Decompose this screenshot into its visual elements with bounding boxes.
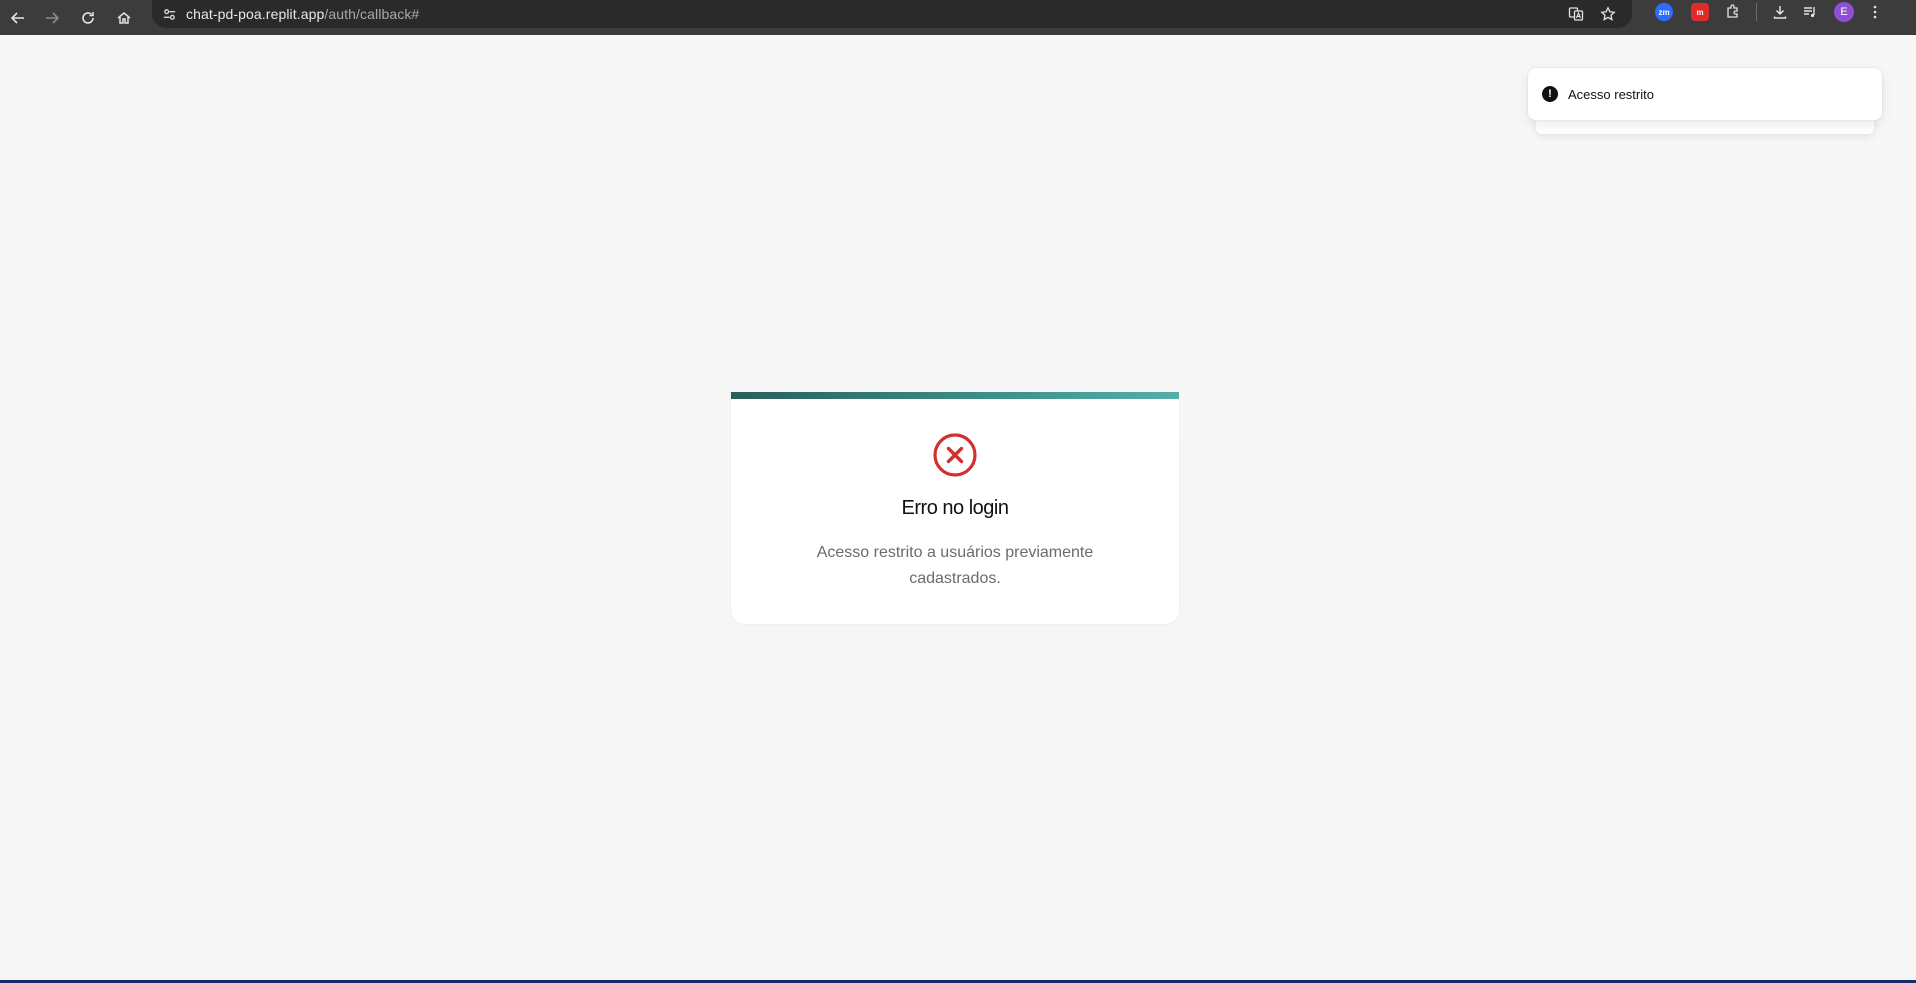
extension-zm-icon[interactable]: zm (1655, 3, 1673, 21)
translate-icon[interactable] (1560, 0, 1592, 28)
home-icon[interactable] (106, 0, 142, 35)
forward-icon[interactable] (34, 0, 70, 35)
error-x-icon (933, 433, 977, 477)
media-queue-icon[interactable] (1795, 0, 1825, 24)
address-bar[interactable]: chat-pd-poa.replit.app/auth/callback# (152, 0, 1632, 28)
card-message: Acesso restrito a usuários previamente c… (816, 544, 1094, 587)
toolbar-separator (1756, 3, 1757, 21)
alert-icon: ! (1542, 86, 1558, 102)
extensions-puzzle-icon[interactable] (1718, 0, 1748, 24)
download-icon[interactable] (1765, 0, 1795, 24)
url-host: chat-pd-poa.replit.app (186, 6, 325, 22)
extension-red-icon[interactable]: m (1691, 3, 1709, 21)
url-text[interactable]: chat-pd-poa.replit.app/auth/callback# (186, 6, 419, 22)
more-menu-icon[interactable] (1863, 0, 1887, 24)
reload-icon[interactable] (70, 0, 106, 35)
bookmark-star-icon[interactable] (1592, 0, 1624, 28)
card-title: Erro no login (901, 497, 1009, 519)
profile-avatar[interactable]: E (1834, 2, 1854, 22)
toast-message: Acesso restrito (1568, 86, 1654, 102)
back-icon[interactable] (0, 0, 36, 35)
toast-notification[interactable]: ! Acesso restrito (1528, 68, 1882, 120)
site-info-icon[interactable] (152, 0, 186, 28)
login-error-card: Erro no login Acesso restrito a usuários… (731, 392, 1179, 624)
browser-toolbar: chat-pd-poa.replit.app/auth/callback# zm… (0, 0, 1916, 35)
card-accent-bar (731, 392, 1179, 399)
url-path: /auth/callback# (324, 6, 420, 22)
